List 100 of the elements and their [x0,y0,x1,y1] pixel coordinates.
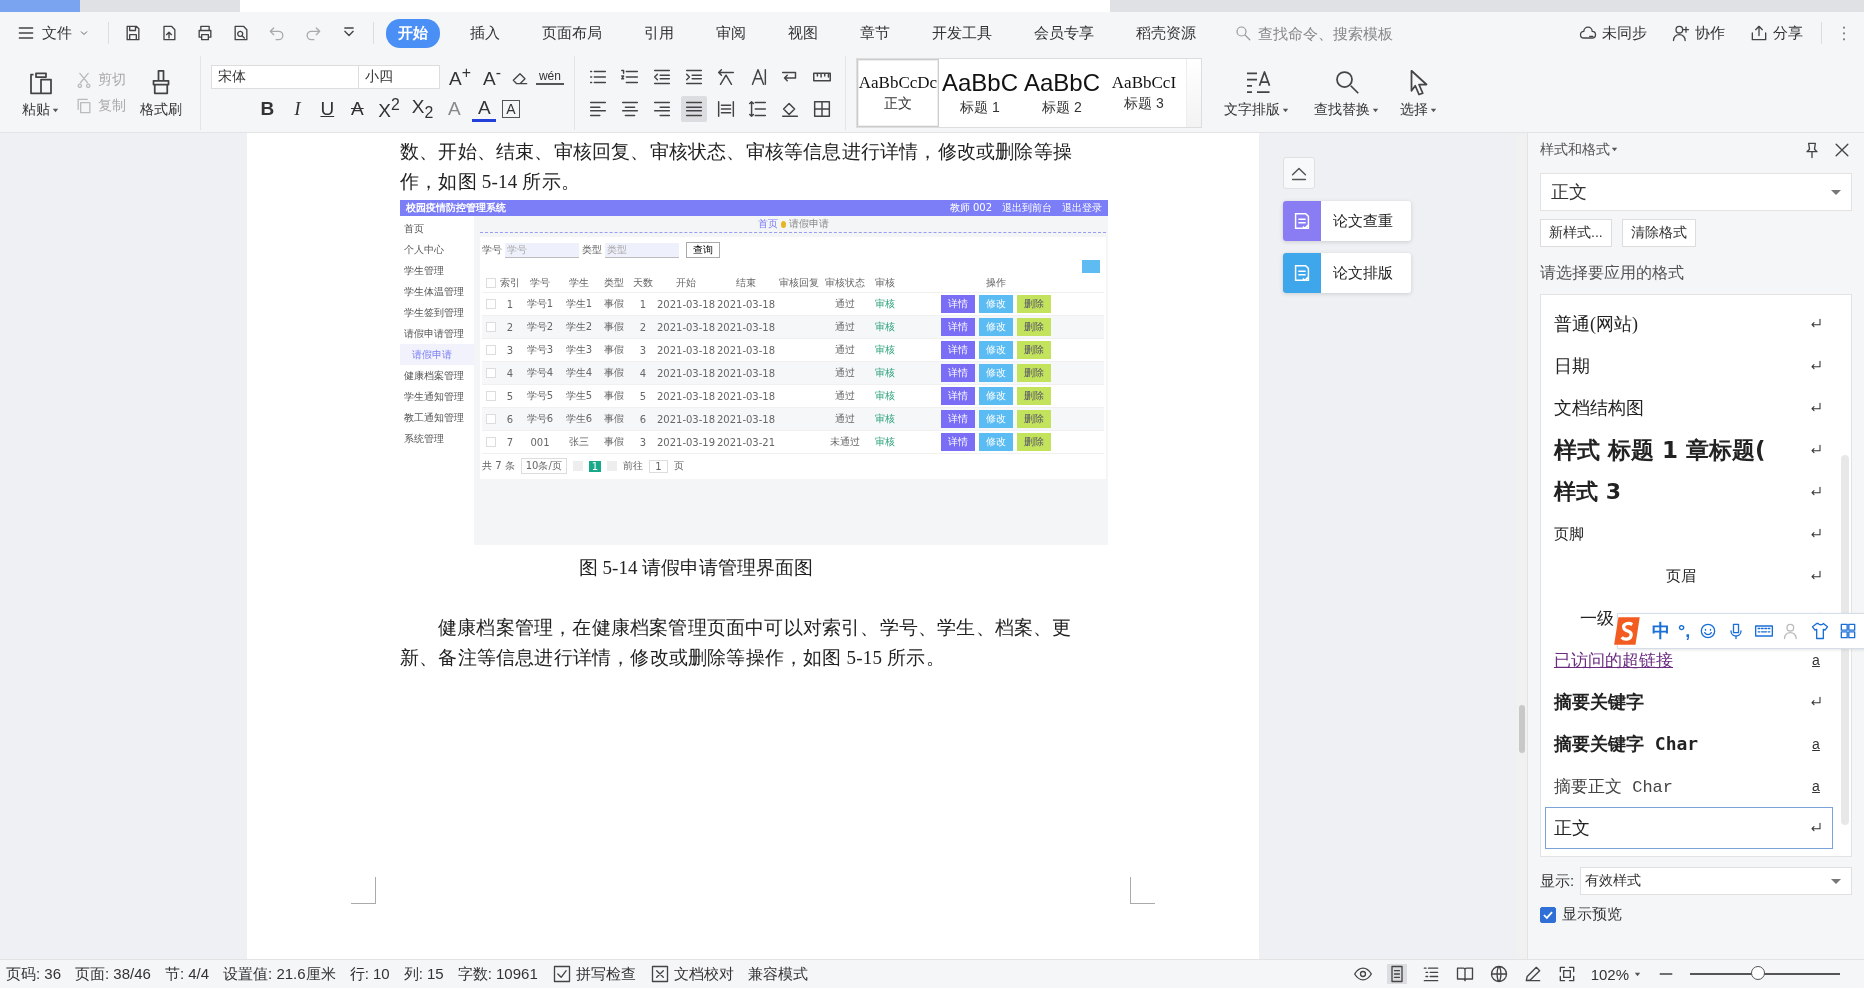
grow-font-button[interactable]: A$^{+}$ [446,63,474,90]
filter-field[interactable]: 类型 [605,242,679,258]
row-action-button[interactable]: 删除 [1017,387,1051,405]
row-action-button[interactable]: 删除 [1017,410,1051,428]
style-list-item[interactable]: 样式 3 [1545,471,1833,513]
select-button[interactable]: 选择 [1391,56,1446,130]
row-action-button[interactable]: 详情 [941,295,975,313]
nav-item[interactable]: 学生管理 [400,260,474,281]
goto-field[interactable]: 1 [649,459,668,473]
style-list-item[interactable]: 日期 [1545,345,1833,387]
row-action-button[interactable]: 详情 [941,410,975,428]
toolbar-button[interactable]: 协作 [1665,22,1731,44]
format-button[interactable]: X$^{2}$ [375,96,403,123]
pinyin-button[interactable]: wén [535,68,564,85]
align-justify-icon[interactable] [680,96,707,122]
style-list-item[interactable]: 普通(网站) [1545,303,1833,345]
text-layout-button[interactable]: 文字排版 [1211,56,1302,130]
nav-item[interactable]: 健康档案管理 [400,365,474,386]
current-style-dropdown[interactable]: 正文 [1540,173,1852,211]
status-button[interactable]: 拼写检查 [551,964,636,984]
style-list-item[interactable]: 摘要关键字 Char a [1545,723,1833,765]
nav-item[interactable]: 个人中心 [400,239,474,260]
page-size-dropdown[interactable]: 10条/页 [520,458,567,474]
row-action-button[interactable]: 详情 [941,318,975,336]
nav-item[interactable]: 首页 [400,218,474,239]
checkbox[interactable] [486,437,496,447]
style-list-item[interactable]: 页眉 [1545,555,1833,597]
format-button[interactable]: X$_{2}$ [408,96,437,123]
nav-item[interactable]: 教工通知管理 [400,407,474,428]
panel-button[interactable]: 新样式... [1540,219,1612,247]
status-button[interactable]: 文档校对 [649,964,734,984]
checkbox[interactable] [486,414,496,424]
row-action-button[interactable]: 详情 [941,341,975,359]
toolbar-button[interactable]: 未同步 [1572,22,1653,44]
panel-title[interactable]: 样式和格式 [1540,141,1619,159]
ribbon-tab[interactable]: 插入 [458,18,512,48]
format-button[interactable]: A [502,100,520,119]
scrollbar[interactable] [1517,133,1527,959]
page-view-icon[interactable] [1386,964,1407,984]
panel-button[interactable]: 清除格式 [1621,219,1696,247]
ribbon-tab[interactable]: 稻壳资源 [1124,18,1208,48]
row-action-button[interactable]: 删除 [1017,341,1051,359]
ribbon-tab[interactable]: 章节 [848,18,902,48]
format-button[interactable]: A [345,98,370,121]
command-search-field[interactable]: 查找命令、搜索模板 [1234,23,1430,43]
paste-button[interactable]: 粘贴 [14,67,68,119]
font-size-dropdown[interactable]: 小四 [358,64,440,89]
ribbon-tab[interactable]: 审阅 [704,18,758,48]
ribbon-tab[interactable]: 开发工具 [920,18,1004,48]
format-painter-button[interactable]: 格式刷 [132,67,190,119]
row-action-button[interactable]: 删除 [1017,318,1051,336]
row-action-button[interactable]: 详情 [941,433,975,451]
row-action-button[interactable]: 详情 [941,364,975,382]
format-button[interactable]: B [255,98,280,121]
style-list-item[interactable]: 正文 [1545,807,1833,849]
query-button[interactable]: 查询 [686,242,720,258]
checkbox[interactable] [486,345,496,355]
show-dropdown[interactable]: 有效样式 [1580,867,1852,895]
filter-field[interactable]: 学号 [505,242,579,258]
style-list-item[interactable]: 页脚 [1545,513,1833,555]
style-list-item[interactable]: 摘要正文 Char a [1545,765,1833,807]
globe-icon[interactable] [1488,964,1509,984]
nav-item[interactable]: 学生签到管理 [400,302,474,323]
toolbar-button[interactable]: 分享 [1743,22,1809,44]
row-action-button[interactable]: 详情 [941,387,975,405]
font-dropdown[interactable]: 宋体 [211,64,359,89]
row-action-button[interactable]: 删除 [1017,433,1051,451]
checkbox[interactable] [486,322,496,332]
zoom-level[interactable]: 102% [1590,965,1642,983]
side-tool-button[interactable]: 论文排版 [1283,253,1411,293]
find-replace-button[interactable]: 查找替换 [1301,56,1392,130]
nav-item[interactable]: 请假申请管理 [400,323,474,344]
nav-item[interactable]: 系统管理 [400,428,474,449]
row-action-button[interactable]: 删除 [1017,295,1051,313]
style-list-item[interactable]: 样式 标题 1 章标题( [1545,429,1833,471]
collapse-icon[interactable] [1283,157,1315,189]
checkbox[interactable] [486,368,496,378]
style-option[interactable]: AaBbCcDc 正文 [856,59,939,127]
ribbon-tab[interactable]: 页面布局 [530,18,614,48]
nav-item[interactable]: 学生体温管理 [400,281,474,302]
format-button[interactable]: A [472,96,497,122]
shirt-icon[interactable] [1810,621,1831,641]
style-list-item[interactable]: 摘要关键字 [1545,681,1833,723]
preview-checkbox[interactable]: 显示预览 [1540,905,1622,924]
zoom-slider-thumb[interactable] [1750,966,1765,980]
format-button[interactable]: U [315,98,340,121]
side-tool-button[interactable]: 论文查重 [1283,201,1411,241]
input-mode-toggle[interactable]: 中 [1652,619,1670,643]
nav-item[interactable]: 学生通知管理 [400,386,474,407]
style-list-item[interactable]: 文档结构图 [1545,387,1833,429]
punctuation-toggle[interactable]: °, [1678,620,1691,642]
checkbox[interactable] [486,299,496,309]
file-menu[interactable]: 文件 [10,22,96,44]
scrollbar[interactable] [1841,455,1849,825]
ribbon-tab[interactable]: 视图 [776,18,830,48]
format-button[interactable]: I [285,98,310,121]
checkbox[interactable] [486,391,496,401]
shrink-font-button[interactable]: A$^{-}$ [479,63,504,90]
ribbon-tab[interactable]: 引用 [632,18,686,48]
row-action-button[interactable]: 删除 [1017,364,1051,382]
